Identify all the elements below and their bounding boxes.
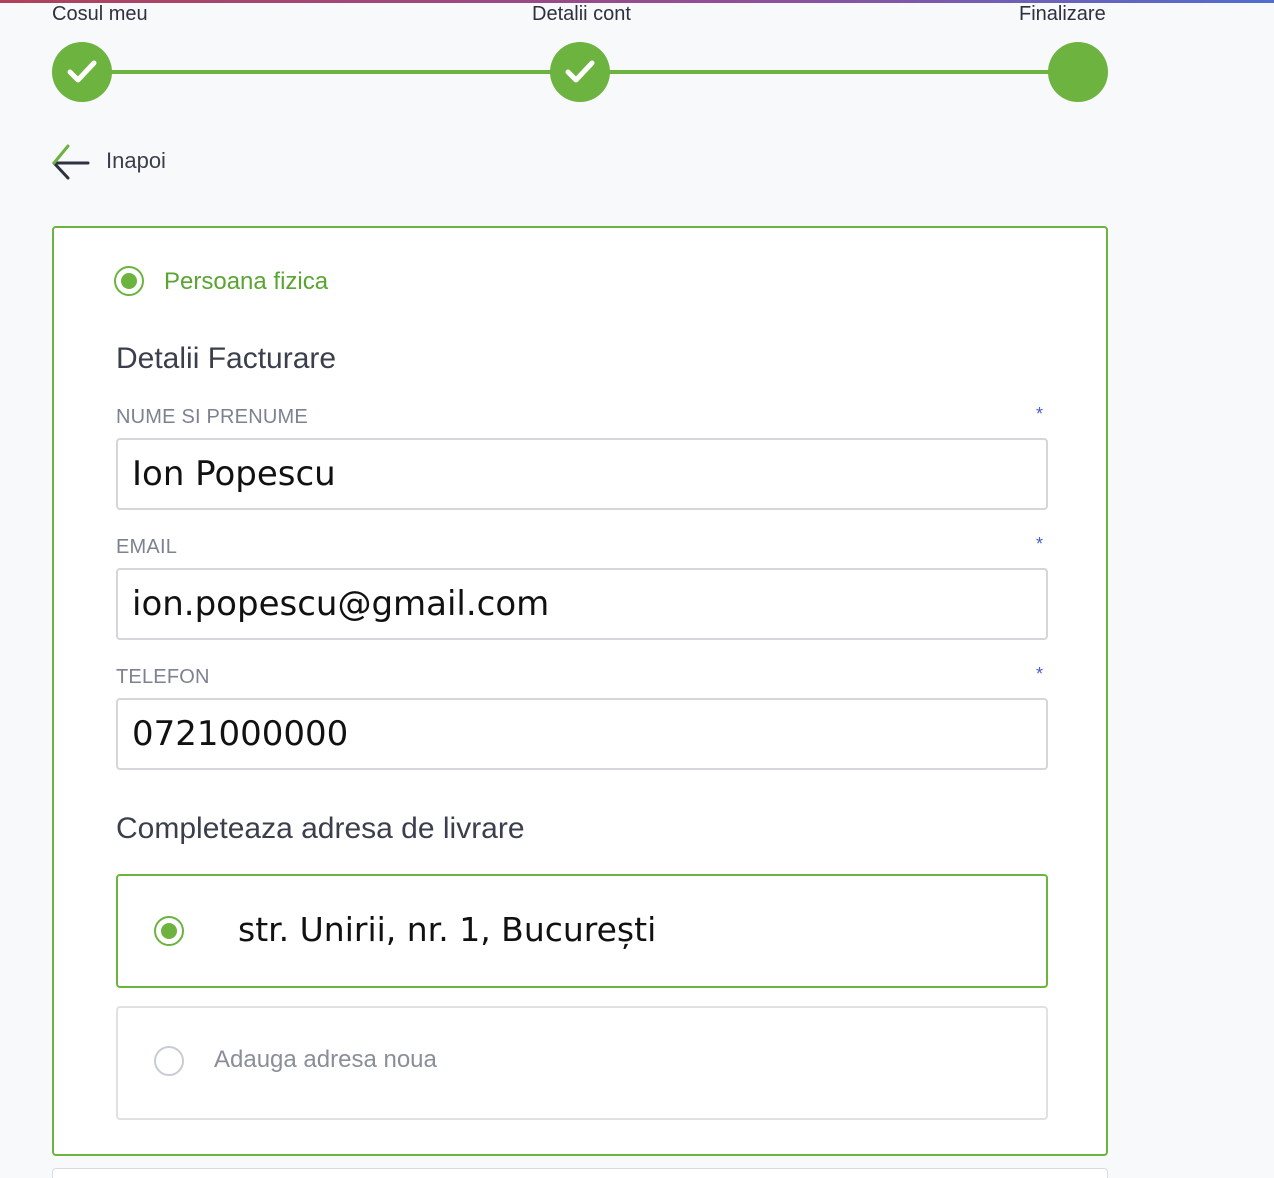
required-mark: * <box>1036 404 1044 424</box>
address-radio-unselected[interactable] <box>154 1046 184 1076</box>
checkmark-icon <box>67 60 97 83</box>
email-input[interactable]: ion.popescu@gmail.com <box>116 568 1048 640</box>
required-mark: * <box>1036 664 1044 684</box>
required-mark: * <box>1036 534 1044 554</box>
person-type-label[interactable]: Persoana fizica <box>164 268 328 296</box>
billing-card: Persoana fizica Detalii Facturare NUME S… <box>52 226 1108 1156</box>
back-link[interactable]: Inapoi <box>50 142 166 180</box>
add-new-address-label: Adauga adresa noua <box>214 1046 437 1073</box>
name-field-label: NUME SI PRENUME <box>116 406 308 428</box>
next-section-card <box>52 1168 1108 1178</box>
checkmark-icon <box>565 60 595 83</box>
address-option-new[interactable]: Adauga adresa noua <box>116 1006 1048 1120</box>
address-text: str. Unirii, nr. 1, București <box>238 910 657 949</box>
address-radio-selected[interactable] <box>154 916 184 946</box>
checkout-stepper: Cosul meu Detalii cont Finalizare <box>0 0 1274 110</box>
email-field-label: EMAIL <box>116 536 178 558</box>
phone-input[interactable]: 0721000000 <box>116 698 1048 770</box>
name-input[interactable]: Ion Popescu <box>116 438 1048 510</box>
step-label-cart: Cosul meu <box>52 3 148 25</box>
step-finalize-current <box>1048 42 1108 102</box>
step-account-details-done[interactable] <box>550 42 610 102</box>
step-connector-1 <box>108 70 554 74</box>
step-cart-done[interactable] <box>52 42 112 102</box>
phone-field-label: TELEFON <box>116 666 210 688</box>
person-type-radio[interactable] <box>114 266 144 296</box>
back-label: Inapoi <box>106 148 166 173</box>
step-label-finalize: Finalizare <box>1019 3 1106 25</box>
radio-selected-dot <box>161 923 177 939</box>
address-option-existing[interactable]: str. Unirii, nr. 1, București <box>116 874 1048 988</box>
radio-selected-dot <box>121 273 137 289</box>
step-label-account-details: Detalii cont <box>532 3 631 25</box>
delivery-title: Completeaza adresa de livrare <box>116 812 525 845</box>
billing-title: Detalii Facturare <box>116 342 337 375</box>
step-connector-2 <box>606 70 1052 74</box>
arrow-left-icon <box>52 144 90 180</box>
